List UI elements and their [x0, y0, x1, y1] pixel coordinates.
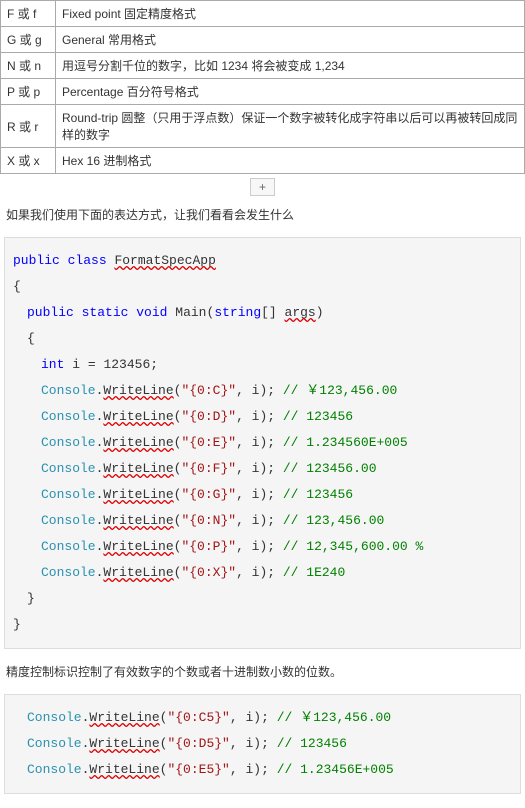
fmt-str: "{0:P}" [181, 539, 236, 554]
args-name: args [285, 305, 316, 320]
code-comment: // 123,456.00 [283, 513, 384, 528]
var-i: i [72, 357, 80, 372]
cell-code: G 或 g [1, 27, 56, 53]
console: Console [41, 565, 96, 580]
type-string: string [214, 305, 261, 320]
paragraph-1: 如果我们使用下面的表达方式，让我们看看会发生什么 [6, 206, 519, 223]
table-row: G 或 g General 常用格式 [1, 27, 525, 53]
fmt-str: "{0:N}" [181, 513, 236, 528]
code-comment: // 12,345,600.00 % [283, 539, 423, 554]
format-table: F 或 f Fixed point 固定精度格式 G 或 g General 常… [0, 0, 525, 174]
code-comment: // 123456 [277, 736, 347, 751]
cell-desc: Fixed point 固定精度格式 [56, 1, 525, 27]
cell-desc: 用逗号分割千位的数字，比如 1234 将会被变成 1,234 [56, 53, 525, 79]
console: Console [41, 383, 96, 398]
console: Console [27, 762, 82, 777]
cell-code: N 或 n [1, 53, 56, 79]
fmt-str: "{0:C}" [181, 383, 236, 398]
code-block-2: Console.WriteLine("{0:C5}", i); // ￥123,… [4, 694, 521, 794]
writeline: WriteLine [89, 710, 159, 725]
kw-class: class [68, 253, 107, 268]
fmt-str: "{0:F}" [181, 461, 236, 476]
console: Console [41, 487, 96, 502]
console: Console [41, 461, 96, 476]
cell-code: F 或 f [1, 1, 56, 27]
cell-code: R 或 r [1, 105, 56, 148]
kw-static: static [82, 305, 129, 320]
writeline: WriteLine [89, 736, 159, 751]
add-row-button[interactable]: + [250, 178, 275, 196]
table-row: P 或 p Percentage 百分符号格式 [1, 79, 525, 105]
fmt-str: "{0:E}" [181, 435, 236, 450]
kw-void: void [136, 305, 167, 320]
console: Console [41, 539, 96, 554]
add-row-wrap: + [0, 178, 525, 196]
console: Console [27, 710, 82, 725]
fmt-str: "{0:X}" [181, 565, 236, 580]
main-name: Main [175, 305, 206, 320]
console: Console [27, 736, 82, 751]
code-comment: // 123456 [283, 409, 353, 424]
console: Console [41, 409, 96, 424]
cell-desc: Round-trip 圆整（只用于浮点数）保证一个数字被转化成字符串以后可以再被… [56, 105, 525, 148]
table-row: R 或 r Round-trip 圆整（只用于浮点数）保证一个数字被转化成字符串… [1, 105, 525, 148]
writeline: WriteLine [103, 539, 173, 554]
writeline: WriteLine [103, 513, 173, 528]
cell-desc: Percentage 百分符号格式 [56, 79, 525, 105]
class-name: FormatSpecApp [114, 253, 215, 268]
code-comment: // 123456.00 [283, 461, 377, 476]
console: Console [41, 513, 96, 528]
writeline: WriteLine [103, 461, 173, 476]
code-comment: // 1.23456E+005 [277, 762, 394, 777]
writeline: WriteLine [103, 409, 173, 424]
writeline: WriteLine [103, 383, 173, 398]
table-row: F 或 f Fixed point 固定精度格式 [1, 1, 525, 27]
code-comment: // ￥123,456.00 [283, 383, 397, 398]
cell-desc: General 常用格式 [56, 27, 525, 53]
code-comment: // 123456 [283, 487, 353, 502]
console: Console [41, 435, 96, 450]
fmt-str: "{0:D5}" [167, 736, 229, 751]
cell-code: X 或 x [1, 148, 56, 174]
code-comment: // 1.234560E+005 [283, 435, 408, 450]
fmt-str: "{0:G}" [181, 487, 236, 502]
code-block-1: public class FormatSpecApp { public stat… [4, 237, 521, 649]
kw-int: int [41, 357, 64, 372]
kw-public: public [27, 305, 74, 320]
writeline: WriteLine [103, 487, 173, 502]
cell-code: P 或 p [1, 79, 56, 105]
kw-public: public [13, 253, 60, 268]
table-row: X 或 x Hex 16 进制格式 [1, 148, 525, 174]
i-val: 123456 [103, 357, 150, 372]
fmt-str: "{0:C5}" [167, 710, 229, 725]
table-row: N 或 n 用逗号分割千位的数字，比如 1234 将会被变成 1,234 [1, 53, 525, 79]
code-comment: // ￥123,456.00 [277, 710, 391, 725]
writeline: WriteLine [103, 565, 173, 580]
writeline: WriteLine [89, 762, 159, 777]
writeline: WriteLine [103, 435, 173, 450]
paragraph-2: 精度控制标识控制了有效数字的个数或者十进制数小数的位数。 [6, 663, 519, 680]
code-comment: // 1E240 [283, 565, 345, 580]
cell-desc: Hex 16 进制格式 [56, 148, 525, 174]
fmt-str: "{0:E5}" [167, 762, 229, 777]
fmt-str: "{0:D}" [181, 409, 236, 424]
